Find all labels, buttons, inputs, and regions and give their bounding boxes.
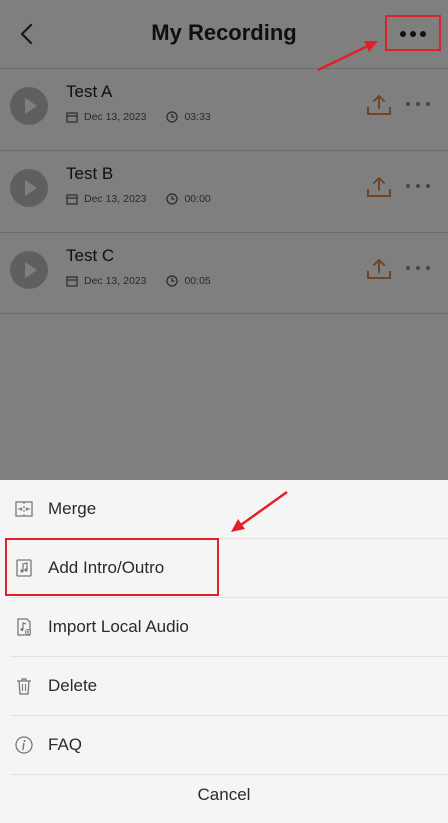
annotation-arrows	[231, 41, 378, 532]
